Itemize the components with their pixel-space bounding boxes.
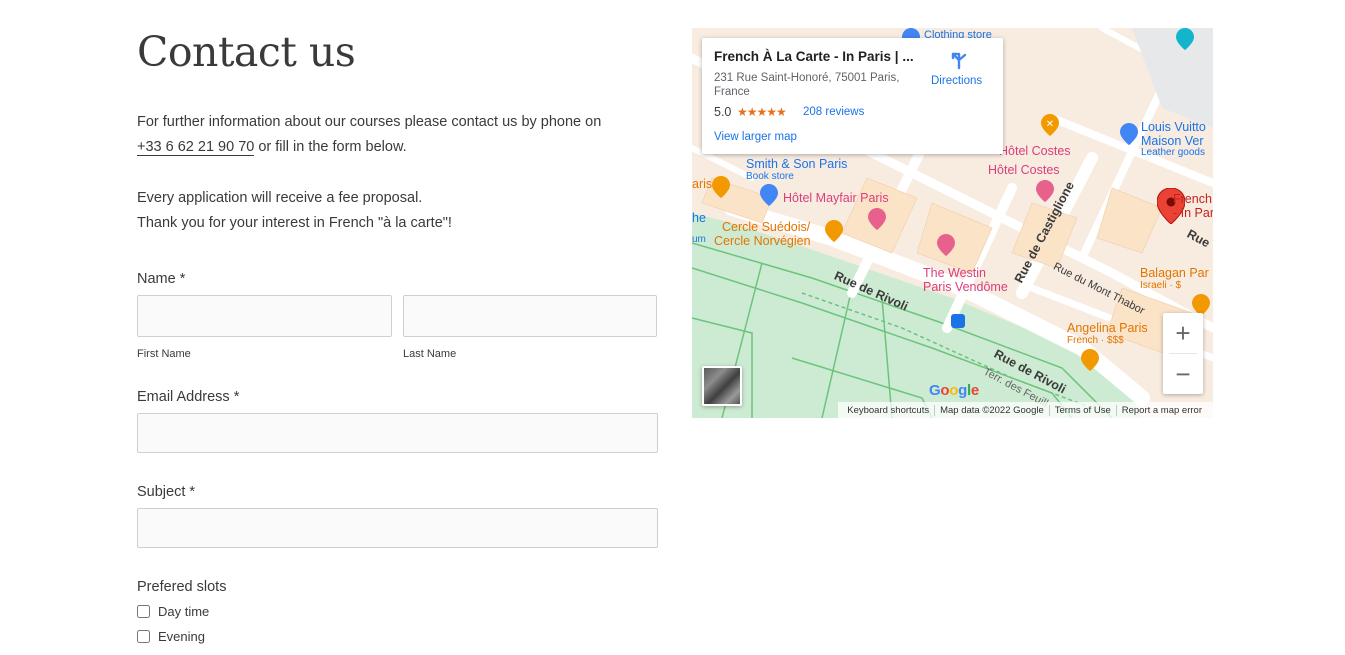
evening-label: Evening	[158, 629, 205, 644]
day-time-checkbox[interactable]	[137, 605, 150, 618]
slot-option-evening[interactable]: Evening	[137, 629, 205, 644]
poi-cercle-suedois[interactable]: Cercle Suédois/	[722, 220, 810, 234]
slot-option-day-time[interactable]: Day time	[137, 604, 209, 619]
poi-french-a-la-carte-2[interactable]: - In Par	[1173, 206, 1213, 220]
terms-of-use-link[interactable]: Terms of Use	[1050, 404, 1117, 416]
poi-book-store: Book store	[746, 171, 794, 182]
poi-left-he: he	[692, 211, 706, 225]
shopping-icon	[1120, 123, 1138, 145]
directions-icon[interactable]	[949, 51, 969, 71]
phone-link[interactable]: +33 6 62 21 90 70	[137, 139, 255, 156]
place-rating: 5.0	[714, 105, 732, 119]
day-time-label: Day time	[158, 604, 210, 619]
first-name-label: First Name	[137, 348, 191, 360]
poi-french-a-la-carte-1[interactable]: French	[1173, 192, 1212, 206]
place-title: French À La Carte - In Paris | ...	[714, 49, 914, 64]
poi-westin-1[interactable]: The Westin	[923, 266, 986, 280]
last-name-input[interactable]	[403, 295, 657, 337]
poi-hotel-mayfair[interactable]: Hôtel Mayfair Paris	[783, 191, 889, 205]
metro-station-icon	[951, 314, 965, 328]
poi-israeli: Israeli · $	[1140, 280, 1182, 291]
svg-text:✕: ✕	[1046, 119, 1054, 130]
last-name-label: Last Name	[403, 348, 457, 360]
poi-smith-son[interactable]: Smith & Son Paris	[746, 157, 847, 171]
restaurant-icon	[712, 176, 730, 198]
intro-line-2: or fill in the form below.	[254, 139, 407, 155]
name-label: Name *	[137, 271, 186, 287]
restaurant-icon	[825, 220, 843, 242]
poi-hotel-costes-2[interactable]: Hôtel Costes	[988, 163, 1060, 177]
subject-label: Subject *	[137, 484, 196, 500]
evening-checkbox[interactable]	[137, 630, 150, 643]
email-input[interactable]	[137, 413, 658, 453]
poi-westin-2[interactable]: Paris Vendôme	[923, 280, 1008, 294]
email-label: Email Address *	[137, 389, 240, 405]
poi-left-paris: aris	[692, 177, 713, 191]
restaurant-icon	[1081, 349, 1099, 371]
poi-hotel-costes-1[interactable]: Hôtel Costes	[999, 144, 1071, 158]
subject-input[interactable]	[137, 508, 658, 548]
embedded-map[interactable]: ✕ Clothing store Louis Vuitto Maison Ver…	[692, 28, 1213, 418]
zoom-controls: + −	[1163, 313, 1203, 394]
place-address: 231 Rue Saint-Honoré, 75001 Paris, Franc…	[714, 72, 900, 98]
page-title: Contact us	[137, 28, 356, 76]
thanks-text: Thank you for your interest in French "à…	[137, 215, 452, 231]
map-footer: Keyboard shortcuts Map data ©2022 Google…	[838, 402, 1213, 418]
hotel-icon	[868, 208, 886, 230]
fee-text: Every application will receive a fee pro…	[137, 190, 423, 206]
view-larger-map-link[interactable]: View larger map	[714, 131, 797, 143]
map-data-text: Map data ©2022 Google	[935, 404, 1050, 416]
directions-link[interactable]: Directions	[931, 75, 982, 87]
poi-french-price: French · $$$	[1067, 335, 1124, 346]
poi-balagan[interactable]: Balagan Par	[1140, 266, 1209, 280]
hotel-icon	[937, 234, 955, 256]
poi-left-um: um	[692, 234, 706, 245]
zoom-in-button[interactable]: +	[1163, 313, 1203, 353]
landmark-icon	[1176, 28, 1194, 50]
slots-label: Prefered slots	[137, 579, 227, 595]
poi-cercle-norvegien[interactable]: Cercle Norvégien	[714, 234, 811, 248]
rating-stars-icon: ★★★★★	[737, 105, 787, 119]
keyboard-shortcuts-link[interactable]: Keyboard shortcuts	[842, 404, 936, 416]
poi-angelina[interactable]: Angelina Paris	[1067, 321, 1148, 335]
satellite-view-toggle[interactable]	[702, 366, 742, 406]
hotel-icon	[1036, 180, 1054, 202]
place-info-card: French À La Carte - In Paris | ... 231 R…	[702, 38, 1003, 154]
report-map-error-link[interactable]: Report a map error	[1117, 405, 1207, 416]
reviews-link[interactable]: 208 reviews	[803, 106, 864, 118]
intro-paragraph: For further information about our course…	[137, 110, 657, 160]
intro-line-1: For further information about our course…	[137, 114, 602, 130]
poi-louis-vuitton[interactable]: Louis Vuitto	[1141, 120, 1206, 134]
restaurant-icon: ✕	[1041, 114, 1059, 136]
first-name-input[interactable]	[137, 295, 392, 337]
intro-text: For further information about our course…	[137, 110, 657, 236]
google-logo: Google	[929, 382, 979, 399]
zoom-out-button[interactable]: −	[1163, 354, 1203, 394]
poi-maison-ver[interactable]: Maison Ver	[1141, 134, 1204, 148]
book-store-icon	[760, 184, 778, 206]
poi-leather-goods: Leather goods	[1141, 147, 1205, 158]
